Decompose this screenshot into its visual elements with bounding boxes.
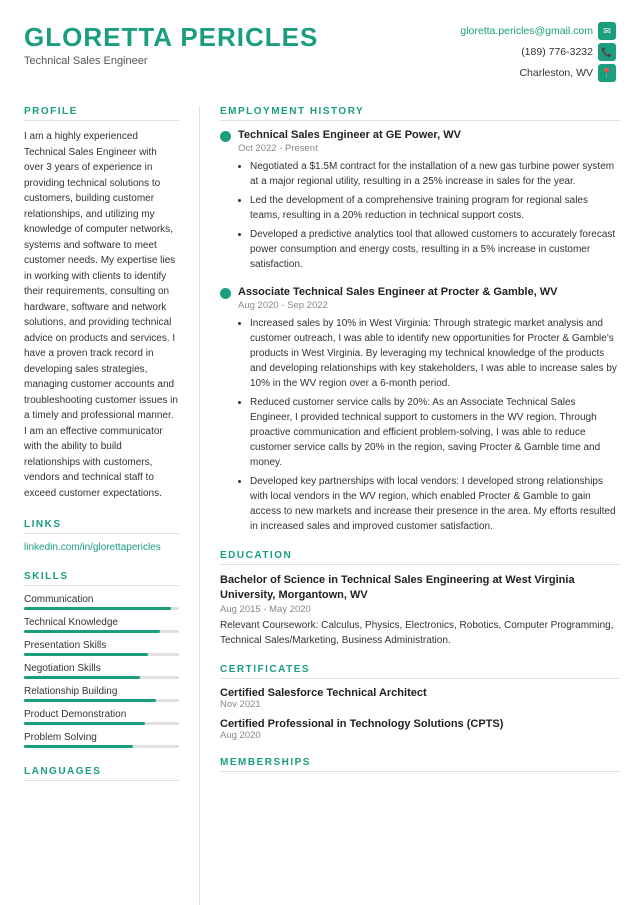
skill-name: Relationship Building (24, 686, 179, 697)
location-text: Charleston, WV (519, 67, 593, 79)
resume-page: GLORETTA PERICLES Technical Sales Engine… (0, 0, 640, 905)
email-icon: ✉ (598, 22, 616, 40)
location-icon: 📍 (598, 64, 616, 82)
skill-name: Presentation Skills (24, 640, 179, 651)
main-content: PROFILE I am a highly experienced Techni… (0, 96, 640, 905)
candidate-name: GLORETTA PERICLES (24, 22, 318, 53)
skill-bar-fill (24, 630, 160, 633)
job-bullet: Reduced customer service calls by 20%: A… (250, 395, 620, 470)
skill-bar-fill (24, 745, 133, 748)
skills-section: SKILLS Communication Technical Knowledge… (24, 571, 179, 748)
email-text: gloretta.pericles@gmail.com (460, 25, 593, 37)
skill-name: Product Demonstration (24, 709, 179, 720)
phone-row: (189) 776-3232 📞 (460, 43, 616, 61)
job-bullets: Negotiated a $1.5M contract for the inst… (238, 159, 620, 272)
job-item: Associate Technical Sales Engineer at Pr… (220, 286, 620, 534)
skill-bar-fill (24, 722, 145, 725)
certificates-label: CERTIFICATES (220, 664, 620, 679)
job-dates: Aug 2020 - Sep 2022 (238, 300, 620, 311)
skill-item: Problem Solving (24, 732, 179, 748)
skill-item: Product Demonstration (24, 709, 179, 725)
edu-body: Relevant Coursework: Calculus, Physics, … (220, 618, 620, 648)
job-dot (220, 288, 231, 299)
job-bullets: Increased sales by 10% in West Virginia:… (238, 316, 620, 534)
job-dates: Oct 2022 - Present (238, 143, 620, 154)
linkedin-link[interactable]: linkedin.com/in/glorettapericles (24, 542, 179, 553)
right-content: EMPLOYMENT HISTORY Technical Sales Engin… (199, 106, 640, 905)
job-item: Technical Sales Engineer at GE Power, WV… (220, 129, 620, 272)
job-bullet: Developed a predictive analytics tool th… (250, 227, 620, 272)
memberships-label: MEMBERSHIPS (220, 757, 620, 772)
skill-item: Presentation Skills (24, 640, 179, 656)
certs-list: Certified Salesforce Technical Architect… (220, 687, 620, 741)
links-section: LINKS linkedin.com/in/glorettapericles (24, 519, 179, 553)
skill-item: Negotiation Skills (24, 663, 179, 679)
certificates-section: CERTIFICATES Certified Salesforce Techni… (220, 664, 620, 741)
location-row: Charleston, WV 📍 (460, 64, 616, 82)
skill-bar-fill (24, 676, 140, 679)
job-bullet: Developed key partnerships with local ve… (250, 474, 620, 534)
cert-date: Aug 2020 (220, 730, 620, 741)
edu-title: Bachelor of Science in Technical Sales E… (220, 573, 620, 604)
links-label: LINKS (24, 519, 179, 534)
profile-section: PROFILE I am a highly experienced Techni… (24, 106, 179, 501)
cert-item: Certified Professional in Technology Sol… (220, 718, 620, 741)
skill-name: Communication (24, 594, 179, 605)
profile-label: PROFILE (24, 106, 179, 121)
header-right: gloretta.pericles@gmail.com ✉ (189) 776-… (460, 22, 616, 82)
job-bullet: Negotiated a $1.5M contract for the inst… (250, 159, 620, 189)
job-header: Associate Technical Sales Engineer at Pr… (220, 286, 620, 299)
skill-bar-fill (24, 607, 171, 610)
education-section: EDUCATION Bachelor of Science in Technic… (220, 550, 620, 648)
skills-label: SKILLS (24, 571, 179, 586)
skill-bar-bg (24, 676, 179, 679)
candidate-title: Technical Sales Engineer (24, 55, 318, 67)
job-header: Technical Sales Engineer at GE Power, WV (220, 129, 620, 142)
languages-label: LANGUAGES (24, 766, 179, 781)
employment-section: EMPLOYMENT HISTORY Technical Sales Engin… (220, 106, 620, 534)
skill-bar-bg (24, 630, 179, 633)
phone-icon: 📞 (598, 43, 616, 61)
profile-text: I am a highly experienced Technical Sale… (24, 129, 179, 501)
jobs-list: Technical Sales Engineer at GE Power, WV… (220, 129, 620, 534)
sidebar: PROFILE I am a highly experienced Techni… (0, 106, 195, 905)
skill-bar-bg (24, 745, 179, 748)
skill-item: Relationship Building (24, 686, 179, 702)
skill-name: Negotiation Skills (24, 663, 179, 674)
skill-bar-bg (24, 722, 179, 725)
edu-item: Bachelor of Science in Technical Sales E… (220, 573, 620, 648)
skill-item: Technical Knowledge (24, 617, 179, 633)
job-dot (220, 131, 231, 142)
skill-bar-fill (24, 653, 148, 656)
skill-bar-bg (24, 699, 179, 702)
cert-item: Certified Salesforce Technical Architect… (220, 687, 620, 710)
skill-name: Problem Solving (24, 732, 179, 743)
phone-text: (189) 776-3232 (521, 46, 593, 58)
email-row: gloretta.pericles@gmail.com ✉ (460, 22, 616, 40)
skill-item: Communication (24, 594, 179, 610)
skill-name: Technical Knowledge (24, 617, 179, 628)
employment-label: EMPLOYMENT HISTORY (220, 106, 620, 121)
education-list: Bachelor of Science in Technical Sales E… (220, 573, 620, 648)
header-left: GLORETTA PERICLES Technical Sales Engine… (24, 22, 318, 67)
job-title: Technical Sales Engineer at GE Power, WV (238, 129, 461, 141)
job-title: Associate Technical Sales Engineer at Pr… (238, 286, 558, 298)
job-bullet: Led the development of a comprehensive t… (250, 193, 620, 223)
skill-bar-bg (24, 653, 179, 656)
cert-date: Nov 2021 (220, 699, 620, 710)
edu-dates: Aug 2015 - May 2020 (220, 604, 620, 615)
education-label: EDUCATION (220, 550, 620, 565)
job-bullet: Increased sales by 10% in West Virginia:… (250, 316, 620, 391)
skill-bar-bg (24, 607, 179, 610)
skills-list: Communication Technical Knowledge Presen… (24, 594, 179, 748)
languages-section: LANGUAGES (24, 766, 179, 781)
cert-title: Certified Salesforce Technical Architect (220, 687, 620, 699)
cert-title: Certified Professional in Technology Sol… (220, 718, 620, 730)
skill-bar-fill (24, 699, 156, 702)
memberships-section: MEMBERSHIPS (220, 757, 620, 772)
header: GLORETTA PERICLES Technical Sales Engine… (0, 0, 640, 96)
